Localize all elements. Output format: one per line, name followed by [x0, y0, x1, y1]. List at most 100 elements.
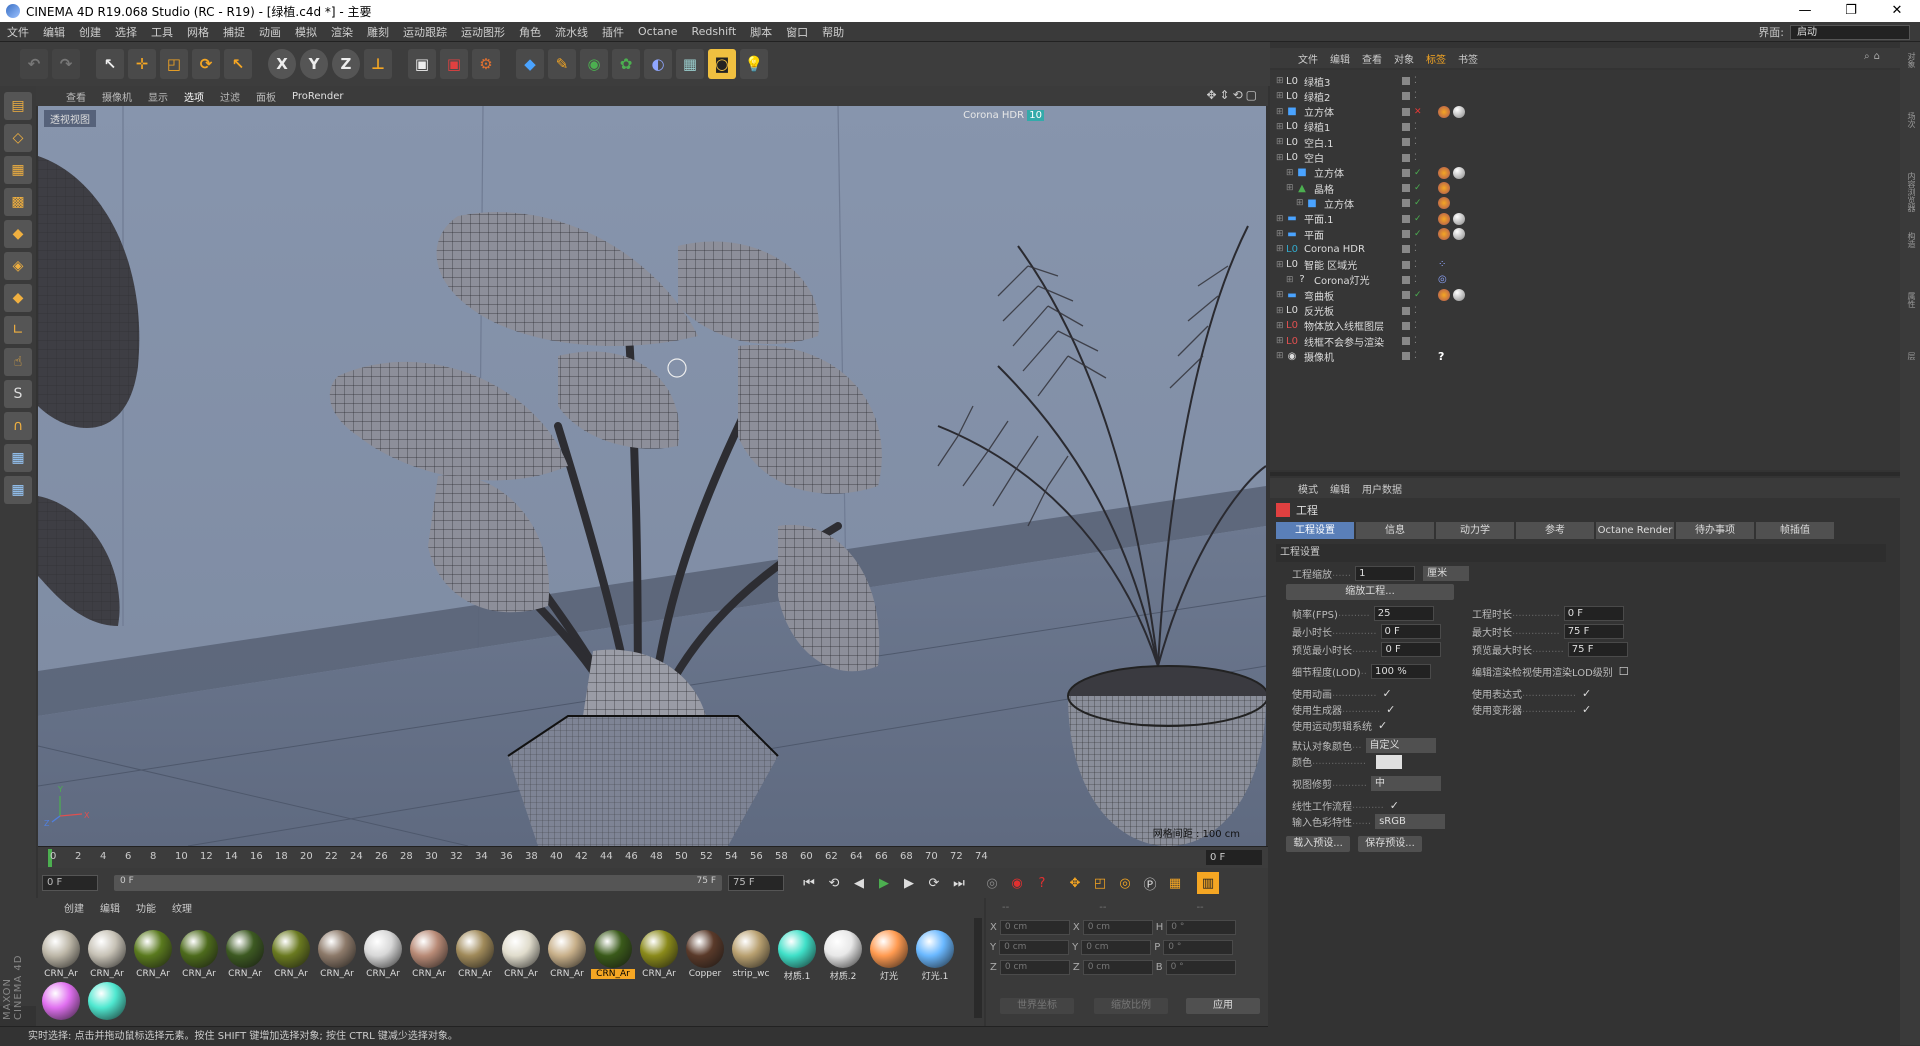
- menu-plugins[interactable]: 插件: [595, 24, 631, 40]
- texture-tag-icon[interactable]: [1438, 166, 1450, 179]
- lod-field[interactable]: 100 %: [1370, 664, 1431, 679]
- menu-tools[interactable]: 工具: [144, 24, 180, 40]
- size-x-field[interactable]: 0 cm: [1082, 920, 1153, 935]
- close-button[interactable]: ✕: [1874, 0, 1920, 22]
- use-animation-checkbox[interactable]: ✓: [1383, 687, 1392, 700]
- visibility-icon[interactable]: ✕: [1414, 107, 1422, 117]
- cube-icon[interactable]: ◆: [516, 49, 544, 79]
- undo-icon[interactable]: ↶: [20, 49, 48, 79]
- play-icon[interactable]: ▶: [873, 872, 895, 894]
- object-name[interactable]: 物体放入线框图层: [1304, 318, 1414, 333]
- layer-icon[interactable]: [1402, 92, 1410, 101]
- visibility-icon[interactable]: ⁚: [1414, 91, 1417, 101]
- object-name[interactable]: 摄像机: [1304, 349, 1414, 364]
- material-swatch[interactable]: CRN_Ar: [268, 930, 314, 982]
- expand-icon[interactable]: ⊞: [1286, 275, 1296, 285]
- object-name[interactable]: 平面.1: [1304, 211, 1414, 226]
- viewport-menu-cameras[interactable]: 摄像机: [94, 89, 140, 104]
- planar-workplane-icon[interactable]: ▦: [4, 476, 32, 504]
- magnet-icon[interactable]: ∩: [4, 412, 32, 440]
- use-expressions-checkbox[interactable]: ✓: [1582, 687, 1591, 700]
- floor-icon[interactable]: ▦: [676, 49, 704, 79]
- use-deformers-checkbox[interactable]: ✓: [1582, 703, 1591, 716]
- timeline-ruler[interactable]: 0 2 4 6 8 10 12 14 16 18 20 22 24 26 28 30 32 34 36 38 40 42 4…: [38, 846, 1268, 868]
- axis-mode-icon[interactable]: ∟: [4, 316, 32, 344]
- object-name[interactable]: 绿植1: [1304, 119, 1414, 134]
- visibility-icon[interactable]: ✓: [1414, 183, 1422, 193]
- layer-icon[interactable]: [1402, 122, 1410, 131]
- scale-field[interactable]: 1: [1355, 566, 1416, 581]
- material-swatch[interactable]: CRN_Ar: [176, 930, 222, 982]
- expand-icon[interactable]: ⊞: [1296, 198, 1306, 208]
- autokey-icon[interactable]: ◉: [1006, 872, 1028, 894]
- layout-dropdown[interactable]: 启动: [1790, 24, 1910, 40]
- menu-render[interactable]: 渲染: [324, 24, 360, 40]
- material-scrollbar[interactable]: [974, 918, 982, 1018]
- tab-dynamics[interactable]: 动力学: [1436, 522, 1514, 539]
- light-icon[interactable]: 💡: [740, 49, 768, 79]
- menu-create[interactable]: 创建: [72, 24, 108, 40]
- maximize-button[interactable]: ❐: [1828, 0, 1874, 22]
- use-motion-checkbox[interactable]: ✓: [1378, 719, 1387, 732]
- object-name[interactable]: 反光板: [1304, 303, 1414, 318]
- object-name[interactable]: 绿植2: [1304, 89, 1414, 104]
- snap-icon[interactable]: S: [4, 380, 32, 408]
- menu-mesh[interactable]: 网格: [180, 24, 216, 40]
- end-frame-field[interactable]: 75 F: [728, 875, 784, 891]
- attr-menu-userdata[interactable]: 用户数据: [1356, 481, 1408, 496]
- attr-menu-mode[interactable]: 模式: [1292, 481, 1324, 496]
- tweak-mode-icon[interactable]: ☝: [4, 348, 32, 376]
- menu-mograph[interactable]: 运动图形: [454, 24, 512, 40]
- layer-icon[interactable]: [1402, 306, 1410, 315]
- viewport-menu-options[interactable]: 选项: [176, 89, 212, 104]
- tab-interpolation[interactable]: 帧插值: [1756, 522, 1834, 539]
- object-name[interactable]: 线框不会参与渲染: [1304, 334, 1414, 349]
- layer-icon[interactable]: [1402, 184, 1410, 193]
- material-menu-texture[interactable]: 纹理: [164, 900, 200, 915]
- expand-icon[interactable]: ⊞: [1276, 76, 1286, 86]
- layer-icon[interactable]: [1402, 291, 1410, 300]
- expand-icon[interactable]: ⊞: [1276, 306, 1286, 316]
- expand-icon[interactable]: ⊞: [1276, 91, 1286, 101]
- polygons-mode-icon[interactable]: ◆: [4, 284, 32, 312]
- redo-icon[interactable]: ↷: [52, 49, 80, 79]
- material-swatch[interactable]: 材质.1: [774, 930, 820, 982]
- material-swatch[interactable]: 材质.2: [820, 930, 866, 982]
- menu-character[interactable]: 角色: [512, 24, 548, 40]
- panel-separator[interactable]: [1270, 472, 1900, 476]
- menu-motion-tracker[interactable]: 运动跟踪: [396, 24, 454, 40]
- visibility-icon[interactable]: ✓: [1414, 214, 1422, 224]
- rot-b-field[interactable]: 0 °: [1165, 960, 1236, 975]
- layer-icon[interactable]: [1402, 77, 1410, 85]
- material-swatch[interactable]: strip_wc: [728, 930, 774, 982]
- material-swatch[interactable]: CRN_Ar: [130, 930, 176, 982]
- view-clip-dropdown[interactable]: 中: [1370, 776, 1441, 791]
- lod-render-checkbox[interactable]: ☐: [1619, 665, 1629, 678]
- camera-icon[interactable]: ◙: [708, 49, 736, 79]
- visibility-icon[interactable]: ✓: [1414, 290, 1422, 300]
- scale-unit-dropdown[interactable]: 厘米: [1423, 566, 1470, 581]
- pos-z-field[interactable]: 0 cm: [999, 960, 1070, 975]
- expand-icon[interactable]: ⊞: [1276, 214, 1286, 224]
- material-tag-icon[interactable]: [1453, 105, 1465, 118]
- material-swatch[interactable]: CRN_Ar: [406, 930, 452, 982]
- layer-icon[interactable]: [1402, 245, 1410, 254]
- expand-icon[interactable]: ⊞: [1276, 244, 1286, 254]
- color-swatch[interactable]: [1376, 754, 1403, 769]
- object-row[interactable]: ⊞ ◉ 摄像机 ⁚?: [1270, 347, 1890, 365]
- layer-icon[interactable]: [1402, 275, 1410, 284]
- y-axis-lock-icon[interactable]: Y: [300, 49, 328, 79]
- use-generators-checkbox[interactable]: ✓: [1386, 703, 1395, 716]
- linear-workflow-checkbox[interactable]: ✓: [1390, 799, 1399, 812]
- key-rotation-icon[interactable]: ◎: [1114, 872, 1136, 894]
- menu-help[interactable]: 帮助: [815, 24, 851, 40]
- material-swatch[interactable]: 灯光: [866, 930, 912, 982]
- key-scale-icon[interactable]: ◰: [1089, 872, 1111, 894]
- visibility-icon[interactable]: ⁚: [1414, 275, 1417, 285]
- attr-menu-edit[interactable]: 编辑: [1324, 481, 1356, 496]
- texture-tag-icon[interactable]: [1438, 197, 1450, 210]
- layer-icon[interactable]: [1402, 352, 1410, 361]
- material-swatch[interactable]: 灯光.1: [912, 930, 958, 982]
- rot-h-field[interactable]: 0 °: [1166, 920, 1237, 935]
- expand-icon[interactable]: ⊞: [1276, 321, 1286, 331]
